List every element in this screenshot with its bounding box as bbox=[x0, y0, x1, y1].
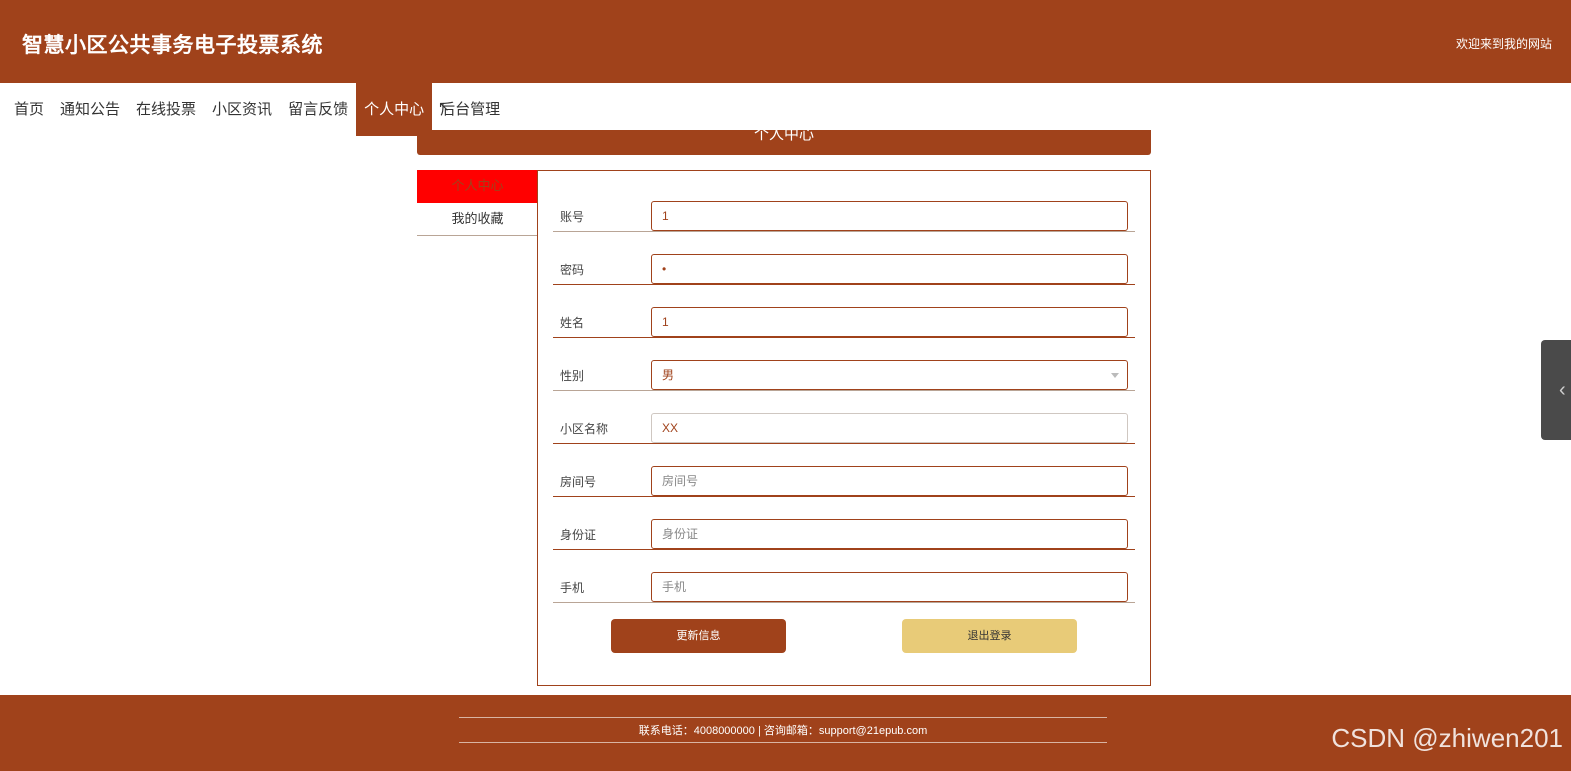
name-input[interactable]: 1 bbox=[651, 307, 1128, 337]
side-menu: 个人中心 我的收藏 bbox=[417, 170, 538, 236]
account-label: 账号 bbox=[560, 210, 585, 224]
room-label: 房间号 bbox=[560, 475, 597, 489]
update-info-button[interactable]: 更新信息 bbox=[611, 619, 786, 653]
nav-item-home[interactable]: 首页 bbox=[6, 83, 52, 136]
form-row-password: 密码 • bbox=[553, 232, 1135, 285]
nav-item-feedback[interactable]: 留言反馈 bbox=[280, 83, 356, 136]
chevron-left-icon: ‹ bbox=[1559, 379, 1566, 401]
nav-item-notices[interactable]: 通知公告 bbox=[52, 83, 128, 136]
chevron-down-icon bbox=[1111, 373, 1119, 378]
section-title: 个人中心 bbox=[753, 130, 814, 143]
nav-item-news[interactable]: 小区资讯 bbox=[204, 83, 280, 136]
room-input[interactable]: 房间号 bbox=[651, 466, 1128, 496]
form-row-community: 小区名称 XX bbox=[553, 391, 1135, 444]
side-item-favorites[interactable]: 我的收藏 bbox=[417, 203, 538, 236]
site-footer: 联系电话：4008000000 | 咨询邮箱：support@21epub.co… bbox=[0, 695, 1571, 771]
welcome-text: 欢迎来到我的网站 bbox=[1455, 37, 1552, 51]
form-row-account: 账号 1 bbox=[553, 179, 1135, 232]
mouse-cursor-icon: ↖ bbox=[438, 98, 450, 114]
form-row-phone: 手机 手机 bbox=[553, 550, 1135, 603]
footer-divider-top bbox=[459, 717, 1107, 718]
footer-divider-bottom bbox=[459, 742, 1107, 743]
phone-label: 手机 bbox=[560, 581, 585, 595]
main-nav: 首页 通知公告 在线投票 小区资讯 留言反馈 个人中心 后台管理 bbox=[0, 83, 508, 136]
footer-contact: 联系电话：4008000000 | 咨询邮箱：support@21epub.co… bbox=[638, 725, 928, 737]
nav-item-personal-center[interactable]: 个人中心 bbox=[356, 83, 433, 136]
form-row-id-card: 身份证 身份证 bbox=[553, 497, 1135, 550]
community-label: 小区名称 bbox=[560, 422, 609, 436]
id-card-label: 身份证 bbox=[560, 528, 597, 542]
site-title: 智慧小区公共事务电子投票系统 bbox=[22, 34, 323, 57]
name-label: 姓名 bbox=[560, 316, 585, 330]
site-header: 智慧小区公共事务电子投票系统 欢迎来到我的网站 bbox=[0, 0, 1571, 83]
watermark-text: CSDN @zhiwen201 bbox=[1331, 723, 1563, 753]
account-input[interactable]: 1 bbox=[651, 201, 1128, 231]
form-row-name: 姓名 1 bbox=[553, 285, 1135, 338]
profile-form-panel: 账号 1 密码 • 姓名 1 性别 男 小区名称 XX 房间号 房间号 身份证 … bbox=[537, 170, 1151, 686]
form-row-room: 房间号 房间号 bbox=[553, 444, 1135, 497]
password-label: 密码 bbox=[560, 263, 585, 277]
gender-select[interactable]: 男 bbox=[651, 360, 1128, 390]
community-input[interactable]: XX bbox=[651, 413, 1128, 443]
section-title-bar: 个人中心 bbox=[417, 130, 1151, 155]
logout-button[interactable]: 退出登录 bbox=[902, 619, 1077, 653]
side-collapse-tab[interactable]: ‹ bbox=[1541, 340, 1571, 440]
side-item-personal-center[interactable]: 个人中心 bbox=[417, 170, 538, 203]
phone-input[interactable]: 手机 bbox=[651, 572, 1128, 602]
gender-label: 性别 bbox=[560, 369, 585, 383]
gender-selected-value: 男 bbox=[662, 368, 675, 382]
id-card-input[interactable]: 身份证 bbox=[651, 519, 1128, 549]
form-row-gender: 性别 男 bbox=[553, 338, 1135, 391]
nav-item-voting[interactable]: 在线投票 bbox=[128, 83, 204, 136]
password-input[interactable]: • bbox=[651, 254, 1128, 284]
